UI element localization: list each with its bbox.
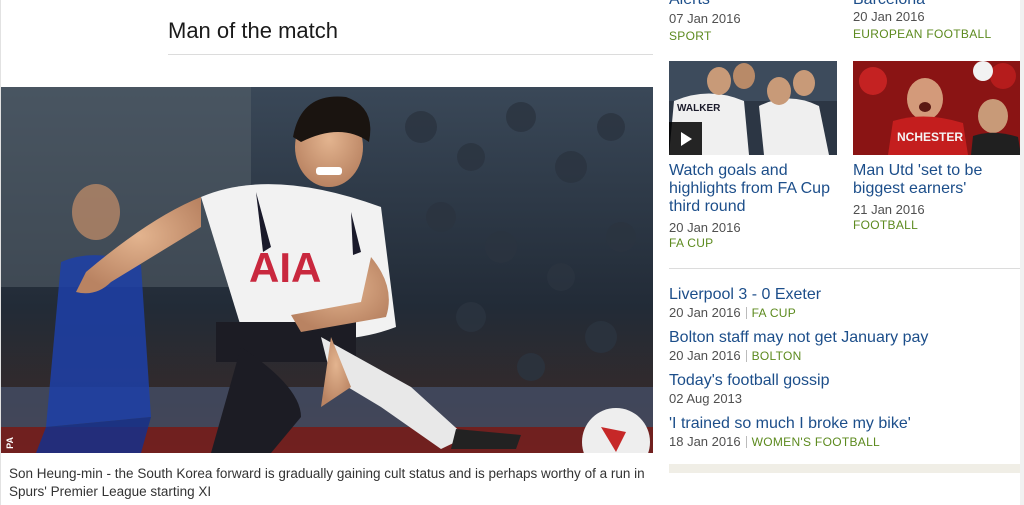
top-item-date: 20 Jan 2016 [853,9,925,24]
promo-thumbnail[interactable]: WALKER [669,61,837,155]
photo-caption: Son Heung-min - the South Korea forward … [9,466,645,499]
main-photo-art: AIA [1,87,653,453]
list-item-headline[interactable]: Today's football gossip [669,372,1020,390]
list-item[interactable]: Today's football gossip 02 Aug 2013 [669,372,1020,415]
separator [745,436,747,448]
list-item[interactable]: Bolton staff may not get January pay 20 … [669,329,1020,372]
top-item-title[interactable]: Barcelona [853,0,925,9]
play-icon[interactable] [669,122,702,155]
list-item-headline[interactable]: Liverpool 3 - 0 Exeter [669,286,1020,304]
main-photo[interactable]: AIA PA [1,87,653,453]
list-item-date: 18 Jan 2016 [669,434,741,449]
promo-tag[interactable]: FOOTBALL [853,218,1021,232]
promo-headline[interactable]: Man Utd 'set to be biggest earners' [853,162,1021,198]
sidebar-divider [669,268,1020,269]
list-item-tag[interactable]: WOMEN'S FOOTBALL [752,435,880,449]
list-item-date: 20 Jan 2016 [669,305,741,320]
promo-thumbnail[interactable]: NCHESTER [853,61,1021,155]
top-item-tag[interactable]: SPORT [669,29,712,43]
list-item-headline[interactable]: Bolton staff may not get January pay [669,329,1020,347]
list-item-date: 20 Jan 2016 [669,348,741,363]
list-item-tag[interactable]: BOLTON [752,349,802,363]
promo-tag[interactable]: FA CUP [669,236,837,250]
sidebar-bottom-band [669,464,1020,473]
list-item-date: 02 Aug 2013 [669,391,743,406]
top-item-tag[interactable]: EUROPEAN FOOTBALL [853,27,991,41]
promo-jersey-text: WALKER [677,103,721,114]
list-item-tag[interactable]: FA CUP [752,306,796,320]
list-item-headline[interactable]: 'I trained so much I broke my bike' [669,415,1020,433]
list-item[interactable]: 'I trained so much I broke my bike' 18 J… [669,415,1020,458]
related-list: Liverpool 3 - 0 Exeter 20 Jan 2016 FA CUP… [669,286,1020,458]
promo-fa-cup-highlights[interactable]: WALKER Watch goals and highlights from F… [669,61,837,250]
separator [745,307,747,319]
section-title: Man of the match [168,18,653,55]
promo-headline[interactable]: Watch goals and highlights from FA Cup t… [669,162,837,216]
promo-jersey-text: NCHESTER [897,130,963,144]
jersey-sponsor-text: AIA [249,244,321,291]
separator [745,350,747,362]
promo-date: 21 Jan 2016 [853,202,925,217]
promo-thumbnail-art: NCHESTER [853,61,1021,155]
scrollbar-track[interactable] [1020,0,1024,505]
promo-date: 20 Jan 2016 [669,220,741,235]
promo-man-utd-earners[interactable]: NCHESTER Man Utd 'set to be biggest earn… [853,61,1021,232]
top-item-title[interactable]: Alerts [669,0,710,9]
top-item-date: 07 Jan 2016 [669,11,741,26]
list-item[interactable]: Liverpool 3 - 0 Exeter 20 Jan 2016 FA CUP [669,286,1020,329]
photo-credit: PA [5,437,15,449]
